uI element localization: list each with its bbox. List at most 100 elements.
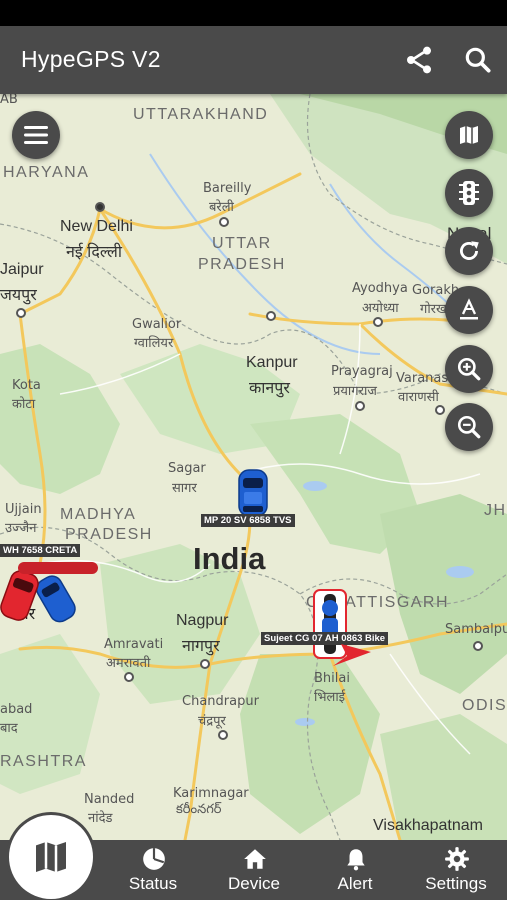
map-base	[0, 94, 507, 840]
map-label-city: Prayagraj	[331, 364, 393, 379]
city-marker	[266, 311, 276, 321]
map-label-city: Sagar	[168, 461, 206, 476]
map-label-city: కరీంనగర్	[176, 802, 222, 817]
zoom-out-icon	[457, 415, 481, 439]
map-label-city: New Delhi	[60, 218, 133, 235]
nav-label: Settings	[425, 874, 487, 893]
pie-chart-icon	[143, 848, 165, 870]
map-type-button[interactable]	[445, 111, 493, 159]
city-marker	[355, 401, 365, 411]
capital-marker	[95, 202, 105, 212]
hamburger-menu-icon	[24, 126, 48, 144]
map-label-city: अयोध्या	[362, 301, 399, 316]
map-label-city: नांदेड	[88, 811, 113, 826]
nav-item-device[interactable]: Device	[204, 840, 304, 900]
zoom-in-button[interactable]	[445, 345, 493, 393]
map-label-city: नई दिल्ली	[66, 244, 123, 261]
vehicle-car-group-marker[interactable]	[0, 560, 100, 640]
status-bar	[0, 0, 507, 26]
nav-item-alert[interactable]: Alert	[305, 840, 405, 900]
map-label-city: Nagpur	[176, 612, 229, 629]
map-label-city: बरेली	[209, 200, 234, 215]
map-label-city: Visakhapatnam	[373, 817, 483, 834]
map-label-city: जयपुर	[0, 287, 37, 304]
map-label-state: UTTARAKHAND	[133, 106, 269, 123]
map-label: AB	[0, 94, 18, 107]
map-label-city: चंद्रपूर	[198, 714, 226, 729]
refresh-button[interactable]	[445, 227, 493, 275]
nav-item-status[interactable]: Status	[103, 840, 203, 900]
map-label-city: abad	[0, 702, 33, 717]
map-label-city: कोटा	[12, 397, 36, 412]
city-marker	[435, 405, 445, 415]
vehicle-label[interactable]: MP 20 SV 6858 TVS	[201, 514, 295, 527]
map-label-state: PRADESH	[198, 256, 286, 273]
city-marker	[200, 659, 210, 669]
city-marker	[124, 672, 134, 682]
map-label-city: Bareilly	[203, 181, 252, 196]
vehicle-label[interactable]: WH 7658 CRETA	[0, 544, 81, 557]
direction-arrow-icon	[333, 644, 371, 666]
map-label-city: Ayodhya	[352, 281, 408, 296]
bell-icon	[347, 849, 365, 871]
map-label-city: भिलाई	[314, 690, 346, 705]
map-label-country: India	[193, 541, 266, 576]
map-label-city: प्रयागराज	[333, 384, 377, 399]
map-label-city: Jaipur	[0, 261, 44, 278]
map-icon	[460, 126, 478, 144]
search-icon[interactable]	[462, 44, 494, 76]
map-label-city: उज्जैन	[5, 521, 37, 536]
gear-icon	[445, 847, 469, 871]
map-label-city: Karimnagar	[173, 786, 249, 801]
map-label-city: अमरावती	[106, 656, 151, 671]
map-label-city: बाद	[0, 721, 18, 736]
city-marker	[219, 217, 229, 227]
map-label-state: ODIS	[462, 697, 507, 714]
map-label-city: Gwalior	[132, 317, 182, 332]
city-marker	[373, 317, 383, 327]
vehicle-car-marker[interactable]	[236, 468, 270, 518]
zoom-out-button[interactable]	[445, 403, 493, 451]
zoom-in-icon	[457, 357, 481, 381]
share-icon[interactable]	[403, 44, 435, 76]
traffic-button[interactable]	[445, 169, 493, 217]
city-marker	[473, 641, 483, 651]
traffic-light-icon	[459, 181, 479, 205]
menu-button[interactable]	[12, 111, 60, 159]
map-label-city: वाराणसी	[398, 390, 439, 405]
city-marker	[16, 308, 26, 318]
map-label-city: ग्वालियर	[134, 336, 174, 351]
map-label-state: HARYANA	[3, 164, 90, 181]
city-marker	[218, 730, 228, 740]
map-label-city: Kanpur	[246, 354, 298, 371]
map-label-city: Nanded	[84, 792, 135, 807]
map-label-city: सागर	[172, 481, 197, 496]
map-label-city: Varanasi	[396, 371, 452, 386]
map-icon	[36, 842, 66, 872]
map-label-city: Kota	[12, 378, 41, 393]
refresh-icon	[460, 241, 479, 260]
map-label-city: कानपुर	[249, 380, 290, 397]
map-label-city: Ujjain	[5, 502, 42, 517]
map-view[interactable]: AB UTTARAKHAND HARYANA Bareilly बरेली Ne…	[0, 94, 507, 840]
map-label-state: RASHTRA	[0, 753, 87, 770]
map-label-city: गोरख	[420, 302, 447, 317]
nav-label: Alert	[337, 874, 373, 893]
map-label-city: Sambalpur	[445, 622, 507, 637]
map-label-city: नागपुर	[182, 638, 220, 655]
nav-label: Device	[228, 874, 280, 893]
home-icon	[244, 849, 266, 869]
map-label-state: UTTAR	[212, 235, 272, 252]
map-label-city: Chandrapur	[182, 694, 259, 709]
map-label-state: PRADESH	[65, 526, 153, 543]
map-label-city: Amravati	[104, 637, 164, 652]
label-toggle-button[interactable]	[445, 286, 493, 334]
app-title: HypeGPS V2	[21, 46, 161, 72]
map-label-state: JH	[484, 502, 507, 519]
app-bar: HypeGPS V2	[0, 26, 507, 94]
nav-label: Status	[128, 874, 178, 893]
text-format-icon	[460, 298, 478, 320]
nav-item-map[interactable]	[9, 815, 93, 899]
map-label-state: MADHYA	[60, 506, 137, 523]
nav-item-settings[interactable]: Settings	[406, 840, 506, 900]
